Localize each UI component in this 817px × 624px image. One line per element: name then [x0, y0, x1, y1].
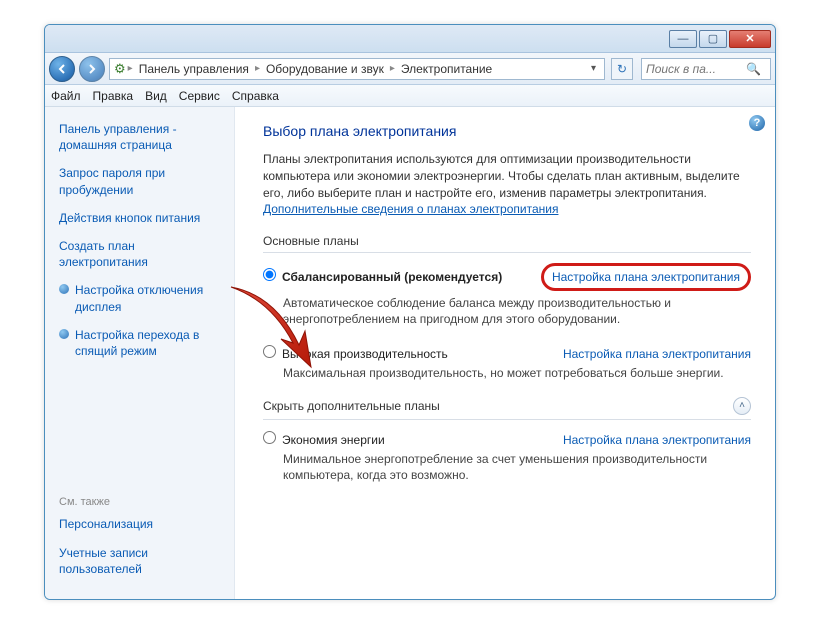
sidebar-link-password[interactable]: Запрос пароля при пробуждении	[59, 165, 224, 197]
menu-file[interactable]: Файл	[51, 89, 81, 103]
refresh-button[interactable]: ↻	[611, 58, 633, 80]
menu-edit[interactable]: Правка	[93, 89, 134, 103]
radio-balanced[interactable]	[263, 268, 276, 281]
forward-button[interactable]	[79, 56, 105, 82]
sidebar-link-display-off[interactable]: Настройка отключения дисплея	[75, 282, 224, 314]
menu-bar: Файл Правка Вид Сервис Справка	[45, 85, 775, 107]
section-basic-plans: Основные планы	[263, 234, 751, 253]
chevron-right-icon: ▸	[253, 63, 262, 74]
plan-high-desc: Максимальная производительность, но може…	[283, 365, 751, 381]
search-box[interactable]: 🔍	[641, 58, 771, 80]
sidebar-link-create-plan[interactable]: Создать план электропитания	[59, 238, 224, 270]
titlebar: — ▢ ✕	[45, 25, 775, 53]
sidebar-see-also: См. также Персонализация Учетные записи …	[59, 456, 224, 589]
plan-saver-desc: Минимальное энергопотребление за счет ум…	[283, 451, 751, 483]
see-also-heading: См. также	[59, 496, 224, 508]
help-icon[interactable]: ?	[749, 115, 765, 131]
collapse-icon[interactable]: ˄	[733, 397, 751, 415]
chevron-right-icon: ▸	[388, 63, 397, 74]
crumb-root[interactable]: Панель управления	[135, 62, 253, 76]
plan-high-settings-link[interactable]: Настройка плана электропитания	[563, 347, 751, 361]
menu-help[interactable]: Справка	[232, 89, 279, 103]
learn-more-link[interactable]: Дополнительные сведения о планах электро…	[263, 202, 558, 216]
control-panel-window: — ▢ ✕ ⚙ ▸ Панель управления ▸ Оборудован…	[44, 24, 776, 600]
plan-saver-settings-link[interactable]: Настройка плана электропитания	[563, 433, 751, 447]
plan-power-saver: Экономия энергии Настройка плана электро…	[263, 430, 751, 483]
radio-power-saver[interactable]	[263, 431, 276, 444]
menu-view[interactable]: Вид	[145, 89, 167, 103]
main-panel: ? Выбор плана электропитания Планы элект…	[235, 107, 775, 599]
breadcrumb-dropdown-icon[interactable]: ▾	[587, 63, 600, 74]
close-button[interactable]: ✕	[729, 30, 771, 48]
maximize-button[interactable]: ▢	[699, 30, 727, 48]
menu-tools[interactable]: Сервис	[179, 89, 220, 103]
sidebar-link-button-actions[interactable]: Действия кнопок питания	[59, 210, 200, 226]
sidebar-home-link[interactable]: Панель управления - домашняя страница	[59, 121, 224, 153]
radio-high-performance[interactable]	[263, 345, 276, 358]
plan-balanced-label: Сбалансированный (рекомендуется)	[282, 270, 502, 284]
search-input[interactable]	[646, 62, 746, 76]
sidebar-link-user-accounts[interactable]: Учетные записи пользователей	[59, 545, 224, 577]
sidebar-link-personalization[interactable]: Персонализация	[59, 516, 153, 532]
page-title: Выбор плана электропитания	[263, 123, 751, 139]
shield-icon	[59, 284, 69, 294]
plan-balanced: Сбалансированный (рекомендуется) Настрой…	[263, 263, 751, 327]
window-buttons: — ▢ ✕	[669, 30, 771, 48]
address-bar-row: ⚙ ▸ Панель управления ▸ Оборудование и з…	[45, 53, 775, 85]
back-button[interactable]	[49, 56, 75, 82]
chevron-right-icon: ▸	[126, 63, 135, 74]
shield-icon	[59, 329, 69, 339]
minimize-button[interactable]: —	[669, 30, 697, 48]
plan-balanced-settings-link[interactable]: Настройка плана электропитания	[552, 270, 740, 284]
section-additional-plans[interactable]: Скрыть дополнительные планы ˄	[263, 397, 751, 420]
plan-balanced-desc: Автоматическое соблюдение баланса между …	[283, 295, 751, 327]
plan-high-performance: Высокая производительность Настройка пла…	[263, 344, 751, 381]
content-area: Панель управления - домашняя страница За…	[45, 107, 775, 599]
sidebar-link-sleep[interactable]: Настройка перехода в спящий режим	[75, 327, 224, 359]
crumb-group[interactable]: Оборудование и звук	[262, 62, 388, 76]
plan-saver-label: Экономия энергии	[282, 433, 385, 447]
highlight-callout: Настройка плана электропитания	[541, 263, 751, 291]
sidebar: Панель управления - домашняя страница За…	[45, 107, 235, 599]
control-panel-icon: ⚙	[114, 61, 126, 77]
intro-text: Планы электропитания используются для оп…	[263, 151, 751, 218]
search-icon[interactable]: 🔍	[746, 62, 761, 76]
plan-high-label: Высокая производительность	[282, 347, 448, 361]
breadcrumb-bar[interactable]: ⚙ ▸ Панель управления ▸ Оборудование и з…	[109, 58, 605, 80]
crumb-page[interactable]: Электропитание	[397, 62, 496, 76]
